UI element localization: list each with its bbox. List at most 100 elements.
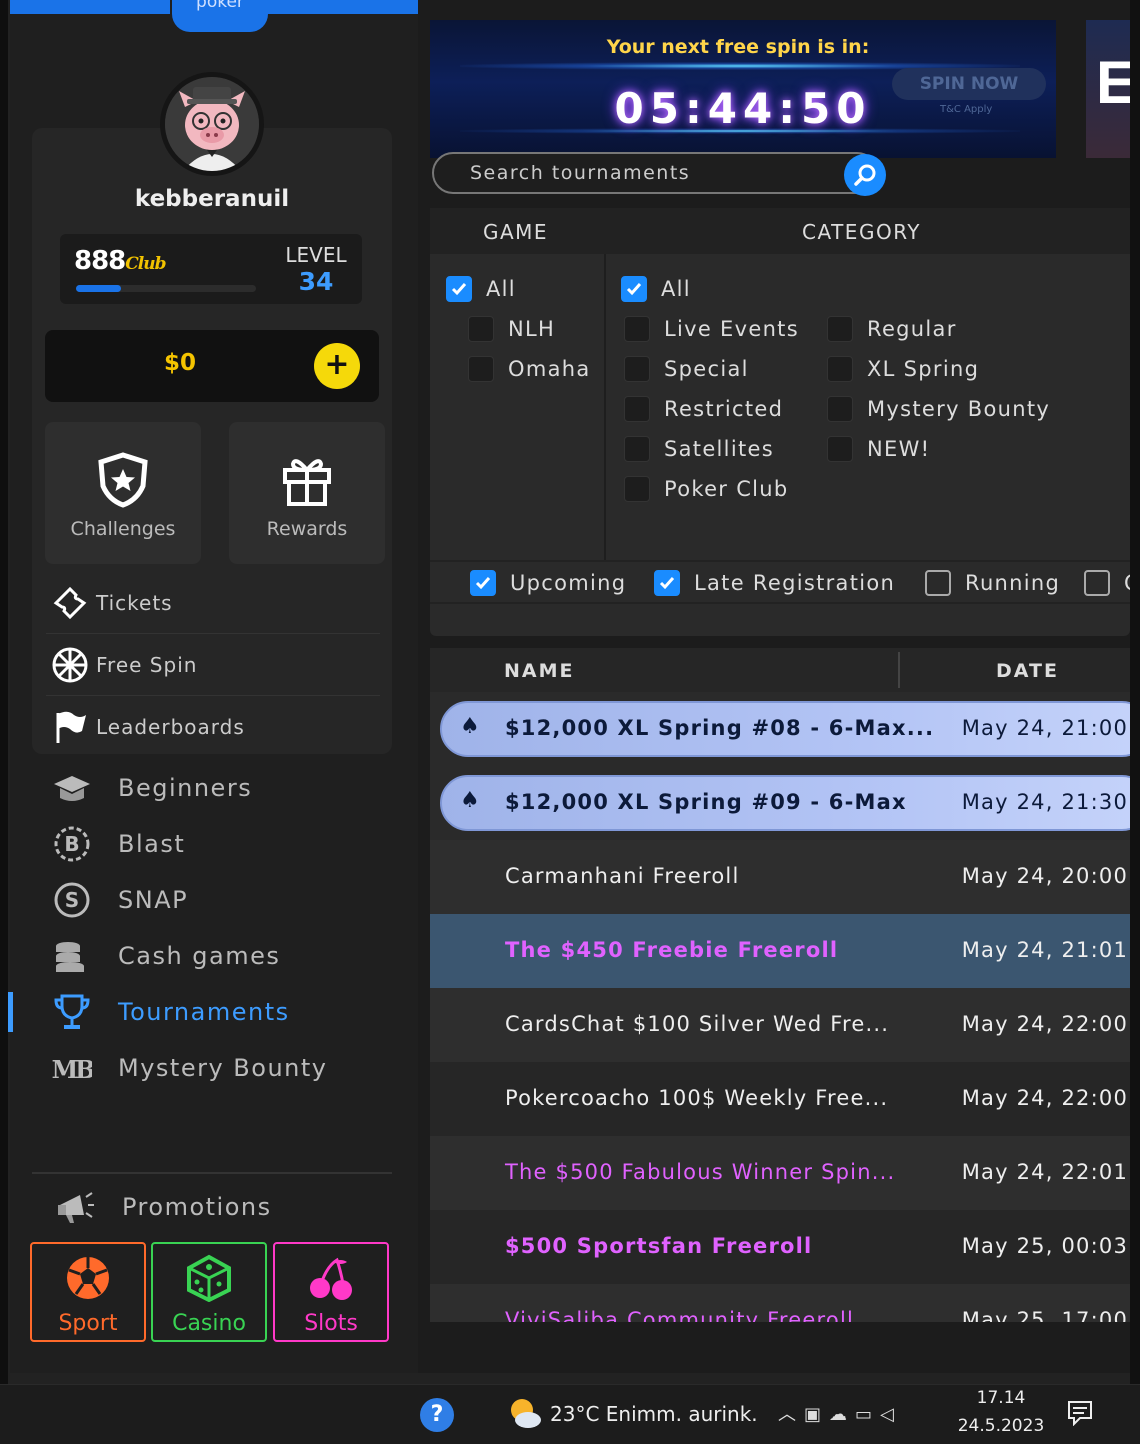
checkbox[interactable]	[624, 476, 650, 502]
filter-status-upcoming[interactable]: Upcoming	[470, 570, 626, 596]
checkbox[interactable]	[624, 356, 650, 382]
clock-time[interactable]: 17.14	[960, 1388, 1042, 1408]
checkbox[interactable]	[827, 436, 853, 462]
challenges-tile[interactable]: Challenges	[45, 422, 201, 564]
table-row[interactable]: $500 Sportsfan Freeroll May 25, 00:03	[430, 1210, 1130, 1284]
weather-icon[interactable]	[506, 1396, 542, 1430]
checkbox-checked[interactable]	[654, 570, 680, 596]
level-label: LEVEL	[285, 243, 347, 267]
filter-label: Upcoming	[510, 571, 627, 595]
network-icon[interactable]: ▭	[855, 1404, 880, 1425]
tournament-name: Carmanhani Freeroll	[505, 864, 740, 888]
tournament-date: May 24, 22:00	[961, 1012, 1128, 1036]
club-number: 888	[74, 246, 126, 276]
club-suffix: Club	[125, 254, 166, 274]
checkbox[interactable]	[624, 316, 650, 342]
level-progress-fill	[76, 285, 121, 292]
active-nav-indicator	[8, 992, 13, 1032]
filter-label: Omaha	[508, 357, 591, 381]
filter-category-all[interactable]: All	[621, 276, 691, 302]
volume-icon[interactable]: ◁	[880, 1404, 902, 1425]
chevron-up-icon[interactable]: ︿	[778, 1404, 804, 1425]
filter-category-live-events[interactable]: Live Events	[624, 316, 799, 342]
casino-label: Casino	[172, 1311, 246, 1336]
weather-text[interactable]: 23°C Enimm. aurink.	[550, 1402, 758, 1426]
checkbox[interactable]	[624, 436, 650, 462]
table-row[interactable]: ♠ $12,000 XL Spring #08 - 6-Max... May 2…	[430, 692, 1130, 766]
sidebar-item-label: Free Spin	[96, 652, 198, 677]
nav-cash-games[interactable]: Cash games	[50, 928, 390, 984]
checkbox[interactable]	[827, 396, 853, 422]
rewards-tile[interactable]: Rewards	[229, 422, 385, 564]
checkbox-checked[interactable]	[621, 276, 647, 302]
nav-snap[interactable]: S SNAP	[50, 872, 390, 928]
nav-blast[interactable]: B Blast	[50, 816, 390, 872]
avatar[interactable]	[160, 72, 264, 176]
tournament-name: $12,000 XL Spring #08 - 6-Max...	[505, 716, 935, 740]
nav-label: Tournaments	[118, 998, 290, 1026]
filter-category-new[interactable]: NEW!	[827, 436, 930, 462]
poker-tab[interactable]: poker	[172, 0, 268, 32]
filter-game-nlh[interactable]: NLH	[468, 316, 555, 342]
table-row[interactable]: CardsChat $100 Silver Wed Fre... May 24,…	[430, 988, 1130, 1062]
nav-label: SNAP	[118, 886, 189, 914]
meet-icon[interactable]: ▣	[804, 1404, 829, 1425]
spade-icon: ♠	[460, 788, 480, 813]
checkbox[interactable]	[925, 570, 951, 596]
filter-label: Regular	[867, 317, 957, 341]
checkbox[interactable]	[468, 356, 494, 382]
table-row[interactable]: The $500 Fabulous Winner Spin... May 24,…	[430, 1136, 1130, 1210]
gift-icon	[283, 459, 331, 506]
casino-button[interactable]: Casino	[151, 1242, 267, 1342]
spin-now-button[interactable]: SPIN NOW	[892, 68, 1046, 100]
nav-beginners[interactable]: Beginners	[50, 760, 390, 816]
filter-category-satellites[interactable]: Satellites	[624, 436, 774, 462]
filter-category-poker-club[interactable]: Poker Club	[624, 476, 789, 502]
table-row[interactable]: Carmanhani Freeroll May 24, 20:00	[430, 840, 1130, 914]
tournament-name: CardsChat $100 Silver Wed Fre...	[505, 1012, 890, 1036]
table-row[interactable]: ♠ $12,000 XL Spring #09 - 6-Max May 24, …	[430, 766, 1130, 840]
filter-category-restricted[interactable]: Restricted	[624, 396, 783, 422]
sidebar-item-label: Tickets	[96, 590, 173, 615]
checkbox[interactable]	[827, 356, 853, 382]
checkbox[interactable]	[468, 316, 494, 342]
onedrive-icon[interactable]: ☁	[829, 1404, 855, 1425]
system-tray[interactable]: ︿▣☁▭◁	[778, 1400, 902, 1426]
tournament-name: The $450 Freebie Freeroll	[505, 938, 839, 962]
sidebar-item-free-spin[interactable]: Free Spin	[46, 634, 380, 696]
notification-icon[interactable]	[1066, 1398, 1094, 1427]
column-header-date[interactable]: DATE	[996, 660, 1059, 682]
checkbox[interactable]	[1084, 570, 1110, 596]
nav-mystery-bounty[interactable]: MB Mystery Bounty	[50, 1040, 390, 1096]
checkbox-checked[interactable]	[470, 570, 496, 596]
nav-tournaments[interactable]: Tournaments	[50, 984, 390, 1040]
nav-promotions[interactable]: Promotions	[54, 1182, 272, 1232]
table-row[interactable]: The $450 Freebie Freeroll May 24, 21:01	[430, 914, 1130, 988]
filter-category-special[interactable]: Special	[624, 356, 749, 382]
help-icon[interactable]: ?	[420, 1398, 454, 1432]
add-funds-button[interactable]: +	[314, 343, 360, 389]
search-button[interactable]	[844, 154, 886, 196]
filter-status-late-registration[interactable]: Late Registration	[654, 570, 895, 596]
tournament-name: ViviSaliba Community Freeroll	[505, 1308, 855, 1322]
column-header-name[interactable]: NAME	[504, 660, 575, 682]
column-separator[interactable]	[898, 652, 900, 688]
filter-status-running[interactable]: Running	[925, 570, 1060, 596]
sidebar-item-tickets[interactable]: Tickets	[46, 572, 380, 634]
filter-game-all[interactable]: All	[446, 276, 516, 302]
checkbox[interactable]	[827, 316, 853, 342]
clock-date[interactable]: 24.5.2023	[952, 1416, 1050, 1436]
sidebar-item-leaderboards[interactable]: Leaderboards	[46, 696, 380, 758]
search-input[interactable]	[470, 162, 830, 184]
table-row[interactable]: ViviSaliba Community Freeroll May 25, 17…	[430, 1284, 1130, 1322]
checkbox[interactable]	[624, 396, 650, 422]
filter-game-omaha[interactable]: Omaha	[468, 356, 591, 382]
filter-category-mystery-bounty[interactable]: Mystery Bounty	[827, 396, 1050, 422]
checkbox-checked[interactable]	[446, 276, 472, 302]
table-row[interactable]: Pokercoacho 100$ Weekly Free... May 24, …	[430, 1062, 1130, 1136]
filter-category-xl-spring[interactable]: XL Spring	[827, 356, 979, 382]
slots-button[interactable]: Slots	[273, 1242, 389, 1342]
filter-category-regular[interactable]: Regular	[827, 316, 957, 342]
shield-star-icon	[98, 452, 148, 508]
sport-button[interactable]: Sport	[30, 1242, 146, 1342]
